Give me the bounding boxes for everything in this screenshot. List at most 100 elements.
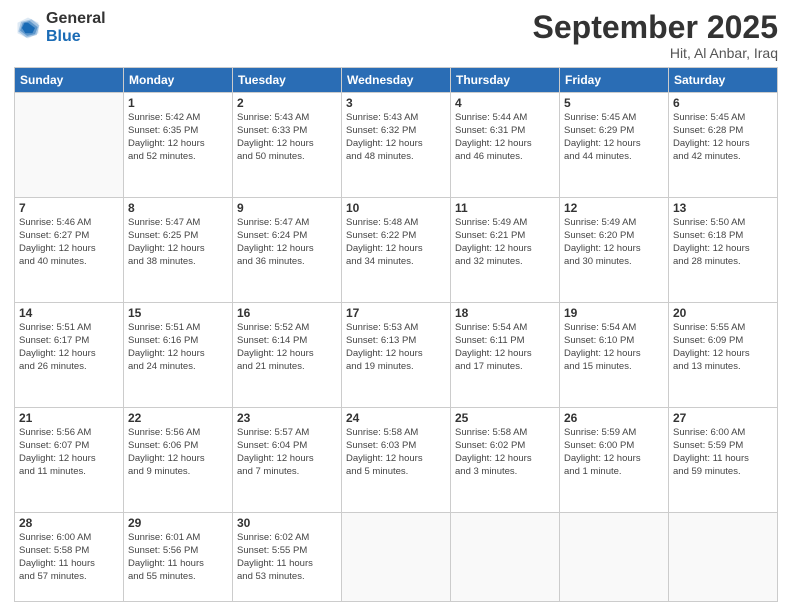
logo-blue: Blue [46,28,106,46]
title-block: September 2025 Hit, Al Anbar, Iraq [533,10,778,61]
calendar-cell: 30Sunrise: 6:02 AM Sunset: 5:55 PM Dayli… [233,513,342,602]
calendar-cell: 19 Sunrise: 5:54 AM Sunset: 6:10 PM Dayli… [560,303,669,408]
calendar-cell: 14 Sunrise: 5:51 AM Sunset: 6:17 PM Dayli… [15,303,124,408]
calendar-cell: 8 Sunrise: 5:47 AM Sunset: 6:25 PM Daylig… [124,198,233,303]
day-number: 20 [673,306,773,320]
day-number: 18 [455,306,555,320]
calendar-cell: 16Sunrise: 5:52 AM Sunset: 6:14 PM Dayli… [233,303,342,408]
day-number: 2 [237,96,337,110]
month-title: September 2025 [533,10,778,45]
day-number: 9 [237,201,337,215]
day-info: Sunrise: 5:56 AM Sunset: 6:06 PM Dayligh… [128,427,228,478]
logo-general: General [46,10,106,28]
day-number: 10 [346,201,446,215]
calendar-header-row: SundayMondayTuesdayWednesdayThursdayFrid… [15,68,778,93]
day-info: Sunrise: 5:47 AM Sunset: 6:25 PM Dayligh… [128,217,228,268]
calendar-cell: 26 Sunrise: 5:59 AM Sunset: 6:00 PM Dayli… [560,408,669,513]
location: Hit, Al Anbar, Iraq [533,45,778,61]
page: General Blue September 2025 Hit, Al Anba… [0,0,792,612]
calendar-cell: 15 Sunrise: 5:51 AM Sunset: 6:16 PM Dayli… [124,303,233,408]
calendar-cell: 27Sunrise: 6:00 AM Sunset: 5:59 PM Dayli… [669,408,778,513]
day-info: Sunrise: 5:49 AM Sunset: 6:20 PM Dayligh… [564,217,664,268]
day-number: 15 [128,306,228,320]
day-number: 22 [128,411,228,425]
calendar-cell: 12 Sunrise: 5:49 AM Sunset: 6:20 PM Dayli… [560,198,669,303]
calendar-cell: 7Sunrise: 5:46 AM Sunset: 6:27 PM Daylig… [15,198,124,303]
calendar-cell [15,93,124,198]
calendar-cell: 23 Sunrise: 5:57 AM Sunset: 6:04 PM Dayli… [233,408,342,513]
day-header-wednesday: Wednesday [342,68,451,93]
calendar-cell [451,513,560,602]
calendar-cell: 18 Sunrise: 5:54 AM Sunset: 6:11 PM Dayli… [451,303,560,408]
day-info: Sunrise: 5:55 AM Sunset: 6:09 PM Dayligh… [673,322,773,373]
calendar-cell: 13Sunrise: 5:50 AM Sunset: 6:18 PM Dayli… [669,198,778,303]
day-info: Sunrise: 5:58 AM Sunset: 6:02 PM Dayligh… [455,427,555,478]
calendar-table: SundayMondayTuesdayWednesdayThursdayFrid… [14,67,778,602]
calendar-cell: 1 Sunrise: 5:42 AM Sunset: 6:35 PM Daylig… [124,93,233,198]
calendar-cell [560,513,669,602]
day-number: 28 [19,516,119,530]
day-info: Sunrise: 5:42 AM Sunset: 6:35 PM Dayligh… [128,112,228,163]
day-number: 12 [564,201,664,215]
day-info: Sunrise: 5:54 AM Sunset: 6:10 PM Dayligh… [564,322,664,373]
day-number: 3 [346,96,446,110]
calendar-week-2: 7Sunrise: 5:46 AM Sunset: 6:27 PM Daylig… [15,198,778,303]
day-info: Sunrise: 5:58 AM Sunset: 6:03 PM Dayligh… [346,427,446,478]
day-number: 25 [455,411,555,425]
day-number: 17 [346,306,446,320]
day-number: 26 [564,411,664,425]
calendar-week-1: 1 Sunrise: 5:42 AM Sunset: 6:35 PM Daylig… [15,93,778,198]
calendar-cell: 25 Sunrise: 5:58 AM Sunset: 6:02 PM Dayli… [451,408,560,513]
day-number: 24 [346,411,446,425]
calendar-cell: 6 Sunrise: 5:45 AM Sunset: 6:28 PM Daylig… [669,93,778,198]
day-number: 21 [19,411,119,425]
day-info: Sunrise: 5:50 AM Sunset: 6:18 PM Dayligh… [673,217,773,268]
calendar-cell: 3 Sunrise: 5:43 AM Sunset: 6:32 PM Daylig… [342,93,451,198]
day-info: Sunrise: 6:00 AM Sunset: 5:58 PM Dayligh… [19,532,119,583]
day-number: 4 [455,96,555,110]
day-info: Sunrise: 5:45 AM Sunset: 6:28 PM Dayligh… [673,112,773,163]
calendar-cell: 21 Sunrise: 5:56 AM Sunset: 6:07 PM Dayli… [15,408,124,513]
logo: General Blue [14,10,106,45]
day-number: 8 [128,201,228,215]
day-info: Sunrise: 5:59 AM Sunset: 6:00 PM Dayligh… [564,427,664,478]
day-info: Sunrise: 5:57 AM Sunset: 6:04 PM Dayligh… [237,427,337,478]
day-number: 7 [19,201,119,215]
day-header-monday: Monday [124,68,233,93]
calendar-week-5: 28 Sunrise: 6:00 AM Sunset: 5:58 PM Dayli… [15,513,778,602]
calendar-week-4: 21 Sunrise: 5:56 AM Sunset: 6:07 PM Dayli… [15,408,778,513]
day-info: Sunrise: 5:45 AM Sunset: 6:29 PM Dayligh… [564,112,664,163]
calendar-cell: 24 Sunrise: 5:58 AM Sunset: 6:03 PM Dayli… [342,408,451,513]
day-header-tuesday: Tuesday [233,68,342,93]
day-number: 14 [19,306,119,320]
day-info: Sunrise: 5:53 AM Sunset: 6:13 PM Dayligh… [346,322,446,373]
day-info: Sunrise: 5:43 AM Sunset: 6:33 PM Dayligh… [237,112,337,163]
calendar-cell [342,513,451,602]
day-number: 6 [673,96,773,110]
day-info: Sunrise: 5:54 AM Sunset: 6:11 PM Dayligh… [455,322,555,373]
calendar-cell: 2 Sunrise: 5:43 AM Sunset: 6:33 PM Daylig… [233,93,342,198]
calendar-cell: 5 Sunrise: 5:45 AM Sunset: 6:29 PM Daylig… [560,93,669,198]
calendar-cell [669,513,778,602]
day-info: Sunrise: 6:01 AM Sunset: 5:56 PM Dayligh… [128,532,228,583]
calendar-cell: 29 Sunrise: 6:01 AM Sunset: 5:56 PM Dayli… [124,513,233,602]
day-info: Sunrise: 5:44 AM Sunset: 6:31 PM Dayligh… [455,112,555,163]
calendar-cell: 9 Sunrise: 5:47 AM Sunset: 6:24 PM Daylig… [233,198,342,303]
calendar-cell: 28 Sunrise: 6:00 AM Sunset: 5:58 PM Dayli… [15,513,124,602]
day-header-friday: Friday [560,68,669,93]
day-number: 19 [564,306,664,320]
day-number: 23 [237,411,337,425]
day-header-saturday: Saturday [669,68,778,93]
day-number: 30 [237,516,337,530]
day-info: Sunrise: 5:47 AM Sunset: 6:24 PM Dayligh… [237,217,337,268]
day-number: 1 [128,96,228,110]
day-info: Sunrise: 5:48 AM Sunset: 6:22 PM Dayligh… [346,217,446,268]
calendar-cell: 4 Sunrise: 5:44 AM Sunset: 6:31 PM Daylig… [451,93,560,198]
day-info: Sunrise: 5:56 AM Sunset: 6:07 PM Dayligh… [19,427,119,478]
day-info: Sunrise: 5:51 AM Sunset: 6:17 PM Dayligh… [19,322,119,373]
day-number: 5 [564,96,664,110]
day-info: Sunrise: 5:51 AM Sunset: 6:16 PM Dayligh… [128,322,228,373]
logo-icon [14,14,42,42]
day-number: 29 [128,516,228,530]
day-info: Sunrise: 5:43 AM Sunset: 6:32 PM Dayligh… [346,112,446,163]
